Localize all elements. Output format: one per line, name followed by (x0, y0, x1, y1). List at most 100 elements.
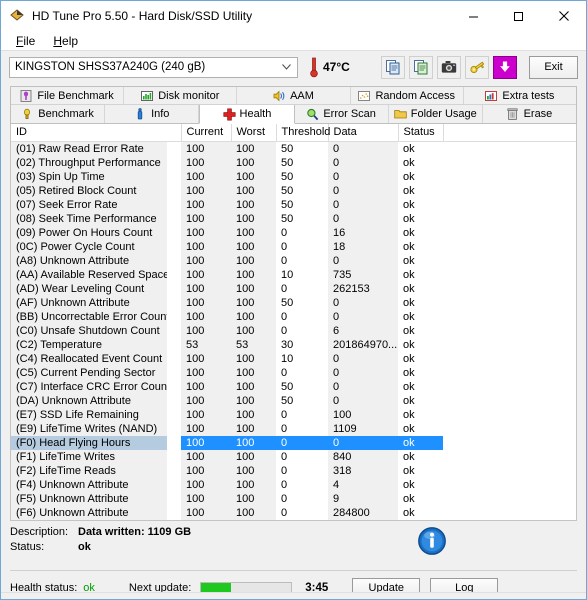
tab-file-benchmark[interactable]: File Benchmark (11, 87, 125, 104)
cell-status: ok (398, 267, 443, 282)
table-row[interactable]: (F6) Unknown Attribute 100 100 0 284800 ok (11, 505, 576, 520)
menu-help[interactable]: Help (44, 32, 87, 50)
cell-gap (167, 352, 181, 366)
cell-status: ok (398, 379, 443, 394)
table-row[interactable]: (03) Spin Up Time 100 100 50 0 ok (11, 169, 576, 184)
table-row[interactable]: (05) Retired Block Count 100 100 50 0 ok (11, 183, 576, 198)
smart-table-container[interactable]: ID Current Worst Threshold Data Status (… (10, 124, 577, 521)
tab-label: Extra tests (502, 89, 555, 102)
table-row[interactable]: (F1) LifeTime Writes 100 100 0 840 ok (11, 449, 576, 464)
table-row[interactable]: (0C) Power Cycle Count 100 100 0 18 ok (11, 239, 576, 254)
cell-data: 0 (328, 295, 398, 310)
tab-erase[interactable]: Erase (482, 105, 577, 123)
table-row[interactable]: (E9) LifeTime Writes (NAND) 100 100 0 1109 ok (11, 421, 576, 436)
table-row[interactable]: (AD) Wear Leveling Count 100 100 0 262153 ok (11, 281, 576, 296)
table-row[interactable]: (07) Seek Error Rate 100 100 50 0 ok (11, 197, 576, 212)
cell-threshold: 10 (276, 267, 328, 282)
column-header-data[interactable]: Data (328, 124, 399, 142)
cell-status: ok (398, 155, 443, 170)
table-row[interactable]: (F2) LifeTime Reads 100 100 0 318 ok (11, 463, 576, 478)
minimize-button[interactable] (451, 1, 496, 31)
table-row[interactable]: (BB) Uncorrectable Error Count 100 100 0 0 ok (11, 309, 576, 324)
cell-gap (167, 156, 181, 170)
tab-random-access[interactable]: Random Access (350, 87, 464, 104)
table-row[interactable]: (C0) Unsafe Shutdown Count 100 100 0 6 ok (11, 323, 576, 338)
table-row[interactable]: (E7) SSD Life Remaining 100 100 0 100 ok (11, 407, 576, 422)
camera-icon[interactable] (437, 55, 461, 79)
tab-info[interactable]: Info (105, 105, 200, 123)
table-row[interactable]: (01) Raw Read Error Rate 100 100 50 0 ok (11, 141, 576, 156)
cell-status: ok (398, 225, 443, 240)
table-row[interactable]: (AA) Available Reserved Space 100 100 10 735… (11, 267, 576, 282)
tab-disk-monitor[interactable]: Disk monitor (124, 87, 238, 104)
cell-pad (443, 253, 576, 268)
download-icon[interactable] (493, 55, 517, 79)
cell-status: ok (398, 239, 443, 254)
table-row[interactable]: (F4) Unknown Attribute 100 100 0 4 ok (11, 477, 576, 492)
cell-data: 4 (328, 477, 398, 492)
column-header-worst[interactable]: Worst (231, 124, 277, 142)
close-button[interactable] (541, 1, 586, 31)
status-label: Status: (10, 540, 45, 553)
table-row[interactable]: (C4) Reallocated Event Count 100 100 10 0 ok (11, 351, 576, 366)
column-header-id[interactable]: ID (11, 124, 182, 142)
cell-pad (443, 225, 576, 240)
table-row[interactable]: (C5) Current Pending Sector 100 100 0 0 ok (11, 365, 576, 380)
table-row[interactable]: (08) Seek Time Performance 100 100 50 0 ok (11, 211, 576, 226)
cell-current: 100 (181, 281, 231, 296)
cell-current: 100 (181, 141, 231, 156)
cell-threshold: 50 (276, 379, 328, 394)
tab-aam[interactable]: AAM (237, 87, 351, 104)
cell-threshold: 10 (276, 351, 328, 366)
menu-file[interactable]: File (7, 32, 44, 50)
tab-error-scan[interactable]: Error Scan (294, 105, 389, 123)
table-row[interactable]: (AF) Unknown Attribute 100 100 50 0 ok (11, 295, 576, 310)
table-row[interactable]: (A8) Unknown Attribute 100 100 0 0 ok (11, 253, 576, 268)
cell-current: 100 (181, 449, 231, 464)
tab-folder-usage[interactable]: Folder Usage (388, 105, 483, 123)
tab-benchmark[interactable]: Benchmark (11, 105, 106, 123)
key-icon[interactable] (465, 55, 489, 79)
thermometer-icon (309, 57, 318, 78)
cell-data: 100 (328, 407, 398, 422)
cell-pad (443, 393, 576, 408)
copy-icon[interactable] (381, 55, 405, 79)
column-header-blank[interactable] (443, 124, 576, 142)
drive-select[interactable]: KINGSTON SHSS37A240G (240 gB) (9, 56, 298, 78)
cell-gap (167, 422, 181, 436)
info-circle-icon[interactable] (417, 526, 447, 556)
cell-id: (AA) Available Reserved Space (11, 267, 167, 282)
column-header-current[interactable]: Current (181, 124, 232, 142)
column-header-threshold[interactable]: Threshold (276, 124, 330, 142)
table-row[interactable]: (09) Power On Hours Count 100 100 0 16 ok (11, 225, 576, 240)
maximize-button[interactable] (496, 1, 541, 31)
cell-threshold: 0 (276, 421, 328, 436)
table-row[interactable]: (C2) Temperature 53 53 30 201864970... ok (11, 337, 576, 352)
cell-current: 53 (181, 337, 231, 352)
cell-pad (443, 309, 576, 324)
cell-gap (167, 212, 181, 226)
table-row[interactable]: (02) Throughput Performance 100 100 50 0 ok (11, 155, 576, 170)
copy-sheet-icon[interactable] (409, 55, 433, 79)
table-row[interactable]: (F5) Unknown Attribute 100 100 0 9 ok (11, 491, 576, 506)
table-row[interactable]: (F0) Head Flying Hours 100 100 0 0 ok (11, 435, 576, 450)
tab-extra-tests[interactable]: Extra tests (463, 87, 577, 104)
cell-gap (167, 435, 181, 450)
cell-current: 100 (181, 239, 231, 254)
cell-threshold: 0 (276, 225, 328, 240)
cell-pad (443, 407, 576, 422)
cell-pad (443, 505, 576, 520)
cell-gap (167, 366, 181, 380)
cell-current: 100 (181, 169, 231, 184)
tab-label: File Benchmark (37, 89, 114, 102)
cell-worst: 100 (231, 421, 276, 436)
table-row[interactable]: (DA) Unknown Attribute 100 100 50 0 ok (11, 393, 576, 408)
table-row[interactable]: (C7) Interface CRC Error Count 100 100 50 0 o… (11, 379, 576, 394)
cell-threshold: 50 (276, 393, 328, 408)
column-header-status[interactable]: Status (398, 124, 444, 142)
cell-gap (167, 296, 181, 310)
cell-current: 100 (181, 309, 231, 324)
cell-gap (167, 492, 181, 506)
tab-health[interactable]: Health (199, 105, 295, 124)
exit-button[interactable]: Exit (529, 55, 578, 79)
